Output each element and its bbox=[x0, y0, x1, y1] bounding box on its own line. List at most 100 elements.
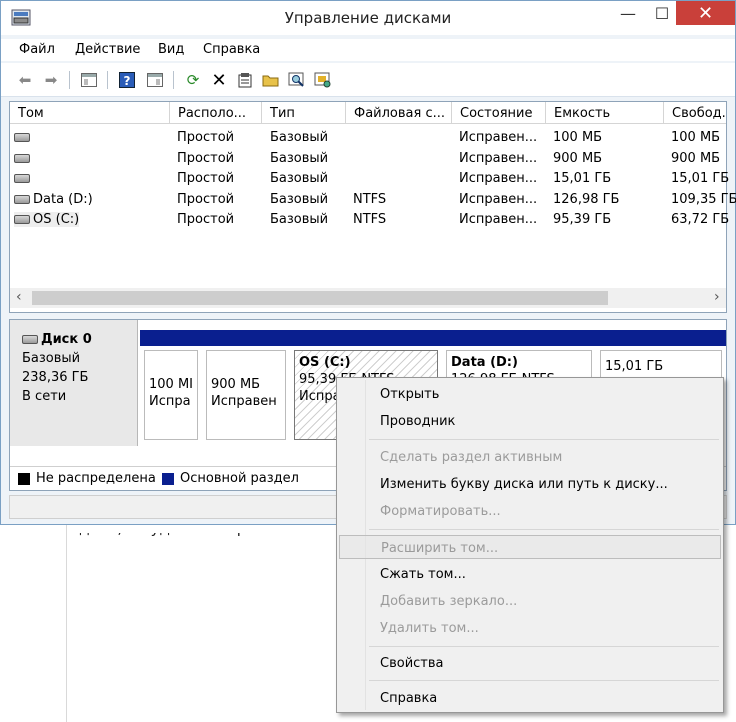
menu-item-format[interactable]: Форматировать... bbox=[339, 499, 721, 523]
menu-separator bbox=[369, 680, 719, 681]
filesystem-cell: NTFS bbox=[353, 192, 387, 207]
column-header-capacity[interactable]: Емкость bbox=[546, 102, 664, 124]
drive-icon bbox=[14, 154, 30, 163]
type-cell: Базовый bbox=[270, 192, 329, 207]
partition-header-bar bbox=[442, 330, 596, 346]
capacity-cell: 100 МБ bbox=[553, 130, 603, 145]
table-row[interactable]: Data (D:) Простой Базовый NTFS Исправен.… bbox=[10, 190, 736, 210]
refresh-icon[interactable]: ⟳ bbox=[183, 70, 203, 90]
partition-header-bar bbox=[202, 330, 290, 346]
column-header-volume[interactable]: Том bbox=[10, 102, 170, 124]
menu-item-open[interactable]: Открыть bbox=[339, 382, 721, 406]
menu-item-properties[interactable]: Свойства bbox=[339, 651, 721, 675]
status-cell: Исправен... bbox=[459, 192, 538, 207]
maximize-button[interactable]: ☐ bbox=[647, 1, 677, 25]
type-cell: Базовый bbox=[270, 212, 329, 227]
layout-cell: Простой bbox=[177, 212, 235, 227]
properties-icon[interactable] bbox=[235, 70, 255, 90]
capacity-cell: 126,98 ГБ bbox=[553, 192, 620, 207]
column-header-filesystem[interactable]: Файловая с... bbox=[346, 102, 452, 124]
menu-item-mark-active[interactable]: Сделать раздел активным bbox=[339, 445, 721, 469]
drive-icon bbox=[14, 133, 30, 142]
scroll-right-button[interactable]: › bbox=[714, 289, 720, 305]
horizontal-scrollbar[interactable]: ‹ › bbox=[10, 288, 726, 308]
type-cell: Базовый bbox=[270, 171, 329, 186]
volume-name-cell bbox=[14, 130, 33, 145]
table-row[interactable]: Простой Базовый Исправен... 15,01 ГБ 15,… bbox=[10, 169, 730, 189]
type-cell: Базовый bbox=[270, 130, 329, 145]
partition-header-bar bbox=[596, 330, 726, 346]
minimize-button[interactable]: — bbox=[613, 1, 643, 25]
document-margin-line bbox=[66, 525, 67, 722]
menu-item-delete-volume[interactable]: Удалить том... bbox=[339, 616, 721, 640]
forward-icon[interactable]: ➡ bbox=[41, 70, 61, 90]
menu-bar: Файл Действие Вид Справка bbox=[1, 39, 735, 61]
back-icon[interactable]: ⬅ bbox=[15, 70, 35, 90]
menu-view[interactable]: Вид bbox=[158, 42, 184, 57]
drive-icon bbox=[14, 195, 30, 204]
free-cell: 15,01 ГБ bbox=[671, 171, 730, 186]
column-header-free[interactable]: Свобод... bbox=[664, 102, 726, 124]
help-icon[interactable]: ? bbox=[117, 70, 137, 90]
layout-cell: Простой bbox=[177, 171, 235, 186]
console-icon[interactable] bbox=[79, 70, 99, 90]
free-cell: 109,35 ГБ bbox=[671, 192, 736, 207]
toolbar-separator bbox=[107, 71, 108, 89]
table-row[interactable]: OS (C:) Простой Базовый NTFS Исправен...… bbox=[10, 210, 729, 230]
partition-label: Data (D:) bbox=[451, 355, 518, 370]
open-folder-icon[interactable] bbox=[261, 70, 281, 90]
column-header-layout[interactable]: Располо... bbox=[170, 102, 262, 124]
column-header-status[interactable]: Состояние bbox=[452, 102, 546, 124]
table-row[interactable]: Простой Базовый Исправен... 900 МБ 900 М… bbox=[10, 149, 726, 169]
status-cell: Исправен... bbox=[459, 171, 538, 186]
status-cell: Исправен... bbox=[459, 130, 538, 145]
disk-name: Диск 0 bbox=[22, 330, 137, 349]
search-icon[interactable] bbox=[287, 70, 307, 90]
unallocated-swatch bbox=[18, 473, 30, 485]
volume-name-cell bbox=[14, 171, 33, 186]
volume-list-header: Том Располо... Тип Файловая с... Состоян… bbox=[10, 102, 726, 124]
close-button[interactable]: ✕ bbox=[676, 1, 735, 25]
menu-action[interactable]: Действие bbox=[75, 42, 140, 57]
menu-file[interactable]: Файл bbox=[19, 42, 55, 57]
volume-name-cell bbox=[14, 151, 33, 166]
menu-item-add-mirror[interactable]: Добавить зеркало... bbox=[339, 589, 721, 613]
toolbar-separator bbox=[173, 71, 174, 89]
partition-box: 900 МБ Исправен bbox=[206, 350, 286, 440]
view-icon[interactable] bbox=[145, 70, 165, 90]
drive-icon bbox=[14, 174, 30, 183]
layout-cell: Простой bbox=[177, 192, 235, 207]
free-cell: 100 МБ bbox=[671, 130, 721, 145]
partition-1[interactable]: 100 МI Испра bbox=[140, 330, 202, 442]
status-cell: Исправен... bbox=[459, 151, 538, 166]
menu-item-extend-volume[interactable]: Расширить том... bbox=[339, 535, 721, 559]
filesystem-cell: NTFS bbox=[353, 212, 387, 227]
menu-item-help[interactable]: Справка bbox=[339, 686, 721, 710]
svg-text:?: ? bbox=[124, 74, 131, 88]
free-cell: 900 МБ bbox=[671, 151, 721, 166]
partition-2[interactable]: 900 МБ Исправен bbox=[202, 330, 290, 442]
settings-icon[interactable] bbox=[313, 70, 333, 90]
menu-item-change-drive-letter[interactable]: Изменить букву диска или путь к диску... bbox=[339, 472, 721, 496]
table-row[interactable]: Простой Базовый Исправен... 100 МБ 100 М… bbox=[10, 128, 726, 148]
capacity-cell: 900 МБ bbox=[553, 151, 603, 166]
menu-separator bbox=[369, 646, 719, 647]
partition-box: 100 МI Испра bbox=[144, 350, 198, 440]
menu-item-shrink-volume[interactable]: Сжать том... bbox=[339, 562, 721, 586]
delete-icon[interactable]: ✕ bbox=[209, 70, 229, 91]
disk-info-panel[interactable]: Диск 0 Базовый 238,36 ГБ В сети bbox=[10, 320, 138, 446]
title-bar[interactable]: Управление дисками — ☐ ✕ bbox=[1, 1, 735, 35]
scrollbar-thumb[interactable] bbox=[32, 291, 608, 305]
partition-status: Исправен bbox=[211, 394, 277, 409]
volume-name-cell: Data (D:) bbox=[14, 192, 93, 207]
scroll-left-button[interactable]: ‹ bbox=[16, 289, 22, 305]
layout-cell: Простой bbox=[177, 151, 235, 166]
column-header-type[interactable]: Тип bbox=[262, 102, 346, 124]
drive-icon bbox=[14, 215, 30, 224]
partition-size: 15,01 ГБ bbox=[605, 359, 664, 374]
menu-item-explorer[interactable]: Проводник bbox=[339, 409, 721, 433]
partition-header-bar bbox=[140, 330, 202, 346]
toolbar-separator bbox=[69, 71, 70, 89]
partition-size: 900 МБ bbox=[211, 377, 261, 392]
menu-help[interactable]: Справка bbox=[203, 42, 260, 57]
